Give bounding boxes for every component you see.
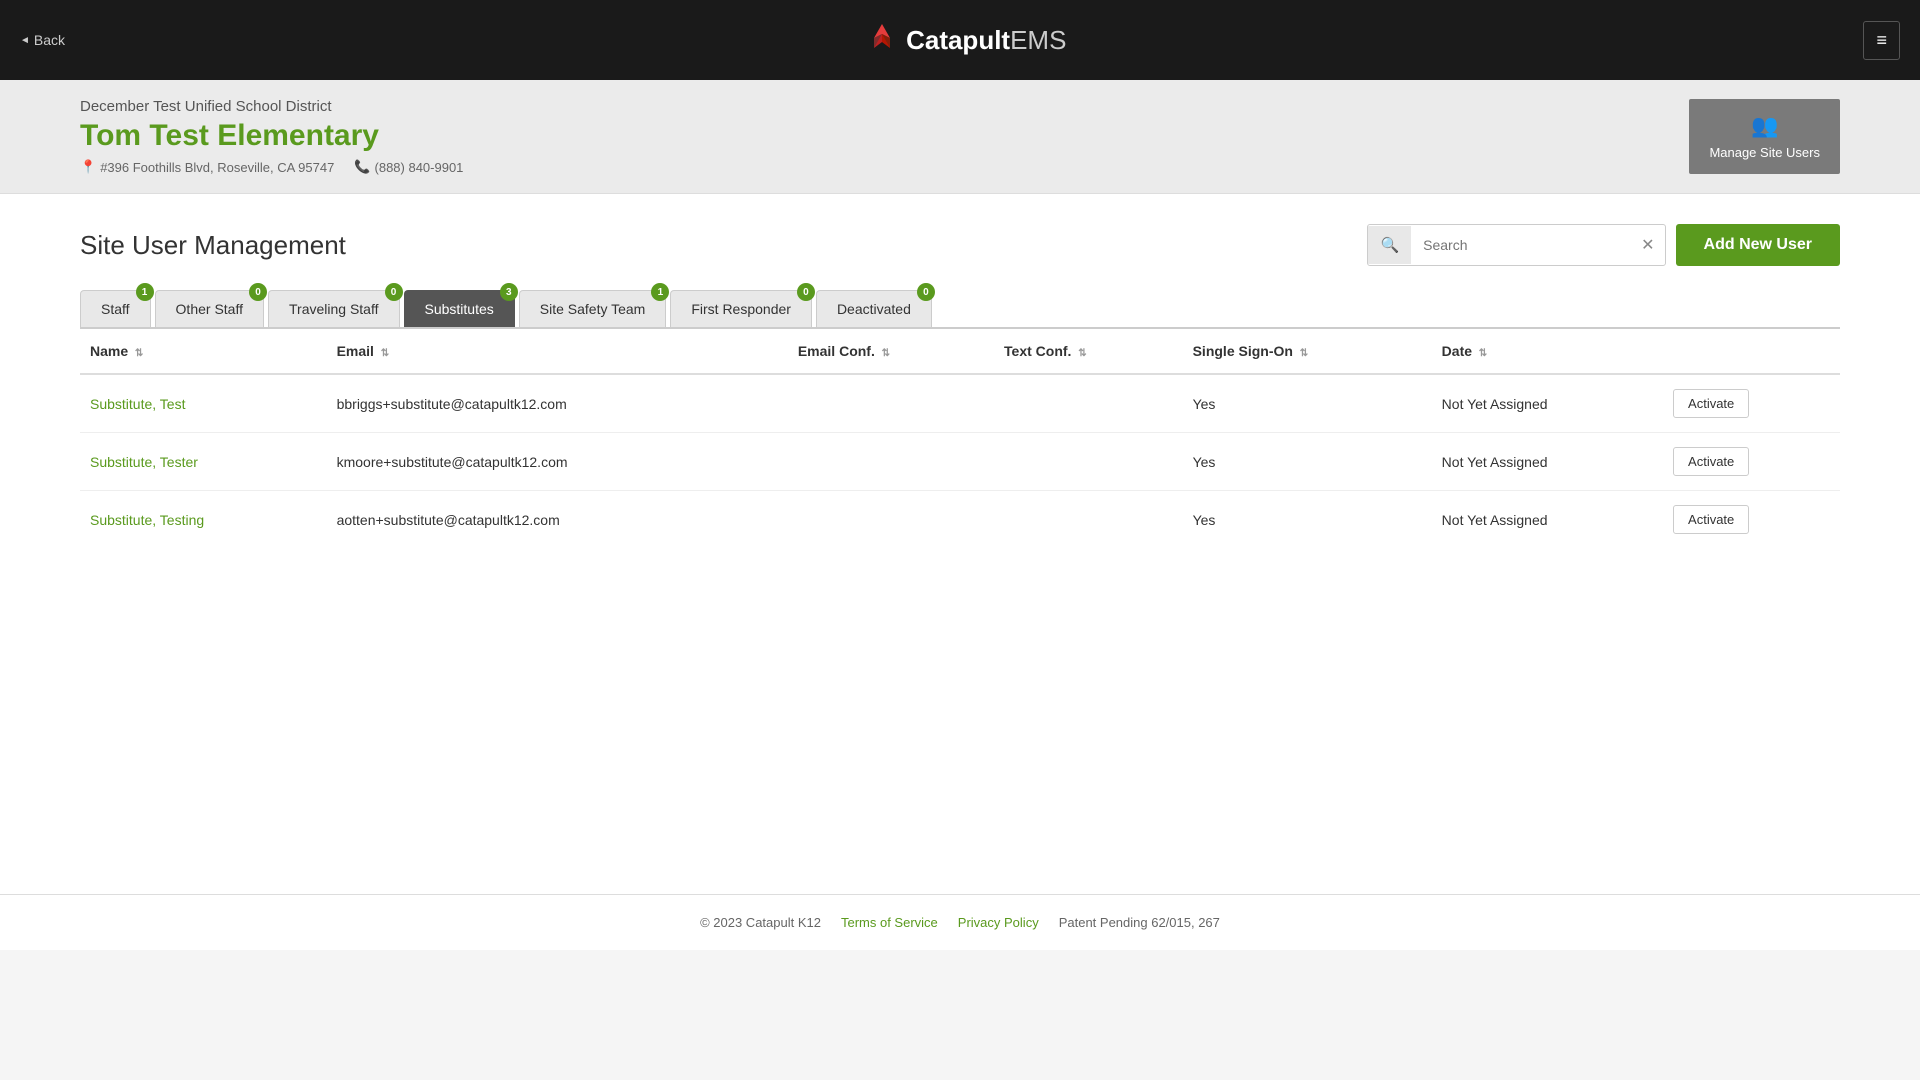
table-row: Substitute, Test bbriggs+substitute@catap… <box>80 374 1840 433</box>
tab-traveling-staff[interactable]: Traveling Staff0 <box>268 290 400 327</box>
email-cell: kmoore+substitute@catapultk12.com <box>327 433 788 491</box>
school-name: Tom Test Elementary <box>80 119 463 153</box>
email-conf-cell <box>788 491 994 549</box>
tab-badge: 1 <box>136 283 154 301</box>
search-box: 🔍 ✕ <box>1367 224 1665 266</box>
column-header-date[interactable]: Date ⇅ <box>1432 329 1663 374</box>
users-table: Name ⇅Email ⇅Email Conf. ⇅Text Conf. ⇅Si… <box>80 329 1840 548</box>
tab-substitutes[interactable]: Substitutes3 <box>404 290 515 327</box>
search-icon-button[interactable]: 🔍 <box>1368 226 1411 264</box>
user-name-link[interactable]: Substitute, Test <box>90 396 185 412</box>
school-info-block: December Test Unified School District To… <box>80 98 463 175</box>
search-input[interactable] <box>1411 227 1631 263</box>
sort-icon: ⇅ <box>1297 348 1308 359</box>
column-header-name[interactable]: Name ⇅ <box>80 329 327 374</box>
pin-icon: 📍 <box>80 159 96 175</box>
sso-cell: Yes <box>1183 374 1432 433</box>
tab-badge: 3 <box>500 283 518 301</box>
school-phone: 📞 (888) 840-9901 <box>354 159 463 175</box>
top-navigation-bar: Back CatapultEMS ≡ <box>0 0 1920 80</box>
email-conf-cell <box>788 433 994 491</box>
footer: © 2023 Catapult K12 Terms of Service Pri… <box>0 894 1920 950</box>
school-details: 📍 #396 Foothills Blvd, Roseville, CA 957… <box>80 159 463 175</box>
manage-site-users-button[interactable]: 👥 Manage Site Users <box>1689 99 1840 174</box>
table-row: Substitute, Testing aotten+substitute@cat… <box>80 491 1840 549</box>
date-cell: Not Yet Assigned <box>1432 433 1663 491</box>
back-button[interactable]: Back <box>20 32 65 48</box>
date-cell: Not Yet Assigned <box>1432 374 1663 433</box>
column-header- <box>1663 329 1840 374</box>
tab-badge: 0 <box>797 283 815 301</box>
users-icon: 👥 <box>1751 113 1778 139</box>
user-name-link[interactable]: Substitute, Tester <box>90 454 198 470</box>
add-new-user-button[interactable]: Add New User <box>1676 224 1840 266</box>
column-header-text_conf.[interactable]: Text Conf. ⇅ <box>994 329 1183 374</box>
sort-icon: ⇅ <box>1476 348 1487 359</box>
table-row: Substitute, Tester kmoore+substitute@cata… <box>80 433 1840 491</box>
district-name: December Test Unified School District <box>80 98 463 115</box>
sso-cell: Yes <box>1183 491 1432 549</box>
action-cell: Activate <box>1663 433 1840 491</box>
school-address: 📍 #396 Foothills Blvd, Roseville, CA 957… <box>80 159 334 175</box>
sort-icon: ⇅ <box>879 348 890 359</box>
copyright: © 2023 Catapult K12 <box>700 915 821 930</box>
text-conf-cell <box>994 491 1183 549</box>
tab-badge: 1 <box>651 283 669 301</box>
sort-icon: ⇅ <box>378 348 389 359</box>
search-clear-button[interactable]: ✕ <box>1631 225 1664 265</box>
terms-of-service-link[interactable]: Terms of Service <box>841 915 938 930</box>
column-header-single_sign-on[interactable]: Single Sign-On ⇅ <box>1183 329 1432 374</box>
action-cell: Activate <box>1663 491 1840 549</box>
date-cell: Not Yet Assigned <box>1432 491 1663 549</box>
school-header: December Test Unified School District To… <box>0 80 1920 194</box>
sort-icon: ⇅ <box>1075 348 1086 359</box>
back-label: Back <box>34 32 65 48</box>
activate-button[interactable]: Activate <box>1673 389 1749 418</box>
tab-deactivated[interactable]: Deactivated0 <box>816 290 932 327</box>
sort-icon: ⇅ <box>132 348 143 359</box>
tab-bar: Staff1Other Staff0Traveling Staff0Substi… <box>80 290 1840 329</box>
phone-icon: 📞 <box>354 159 370 175</box>
manage-users-label: Manage Site Users <box>1709 145 1820 160</box>
logo-catapult-text: Catapult <box>906 25 1010 55</box>
privacy-policy-link[interactable]: Privacy Policy <box>958 915 1039 930</box>
text-conf-cell <box>994 433 1183 491</box>
activate-button[interactable]: Activate <box>1673 447 1749 476</box>
title-row: Site User Management 🔍 ✕ Add New User <box>80 224 1840 266</box>
email-cell: bbriggs+substitute@catapultk12.com <box>327 374 788 433</box>
tab-first-responder[interactable]: First Responder0 <box>670 290 812 327</box>
email-conf-cell <box>788 374 994 433</box>
tab-badge: 0 <box>917 283 935 301</box>
page-title: Site User Management <box>80 230 346 261</box>
patent-info: Patent Pending 62/015, 267 <box>1059 915 1220 930</box>
sso-cell: Yes <box>1183 433 1432 491</box>
email-cell: aotten+substitute@catapultk12.com <box>327 491 788 549</box>
logo-ems-text: EMS <box>1010 25 1066 55</box>
activate-button[interactable]: Activate <box>1673 505 1749 534</box>
action-cell: Activate <box>1663 374 1840 433</box>
tab-site-safety-team[interactable]: Site Safety Team1 <box>519 290 667 327</box>
user-name-link[interactable]: Substitute, Testing <box>90 512 204 528</box>
logo-icon <box>862 20 902 60</box>
text-conf-cell <box>994 374 1183 433</box>
column-header-email_conf.[interactable]: Email Conf. ⇅ <box>788 329 994 374</box>
tab-badge: 0 <box>249 283 267 301</box>
tab-staff[interactable]: Staff1 <box>80 290 151 327</box>
app-logo: CatapultEMS <box>862 20 1066 60</box>
main-content: Site User Management 🔍 ✕ Add New User St… <box>0 194 1920 894</box>
hamburger-menu-button[interactable]: ≡ <box>1863 21 1900 60</box>
tab-other-staff[interactable]: Other Staff0 <box>155 290 264 327</box>
hamburger-icon: ≡ <box>1876 30 1887 50</box>
tab-badge: 0 <box>385 283 403 301</box>
search-area: 🔍 ✕ Add New User <box>1367 224 1840 266</box>
column-header-email[interactable]: Email ⇅ <box>327 329 788 374</box>
